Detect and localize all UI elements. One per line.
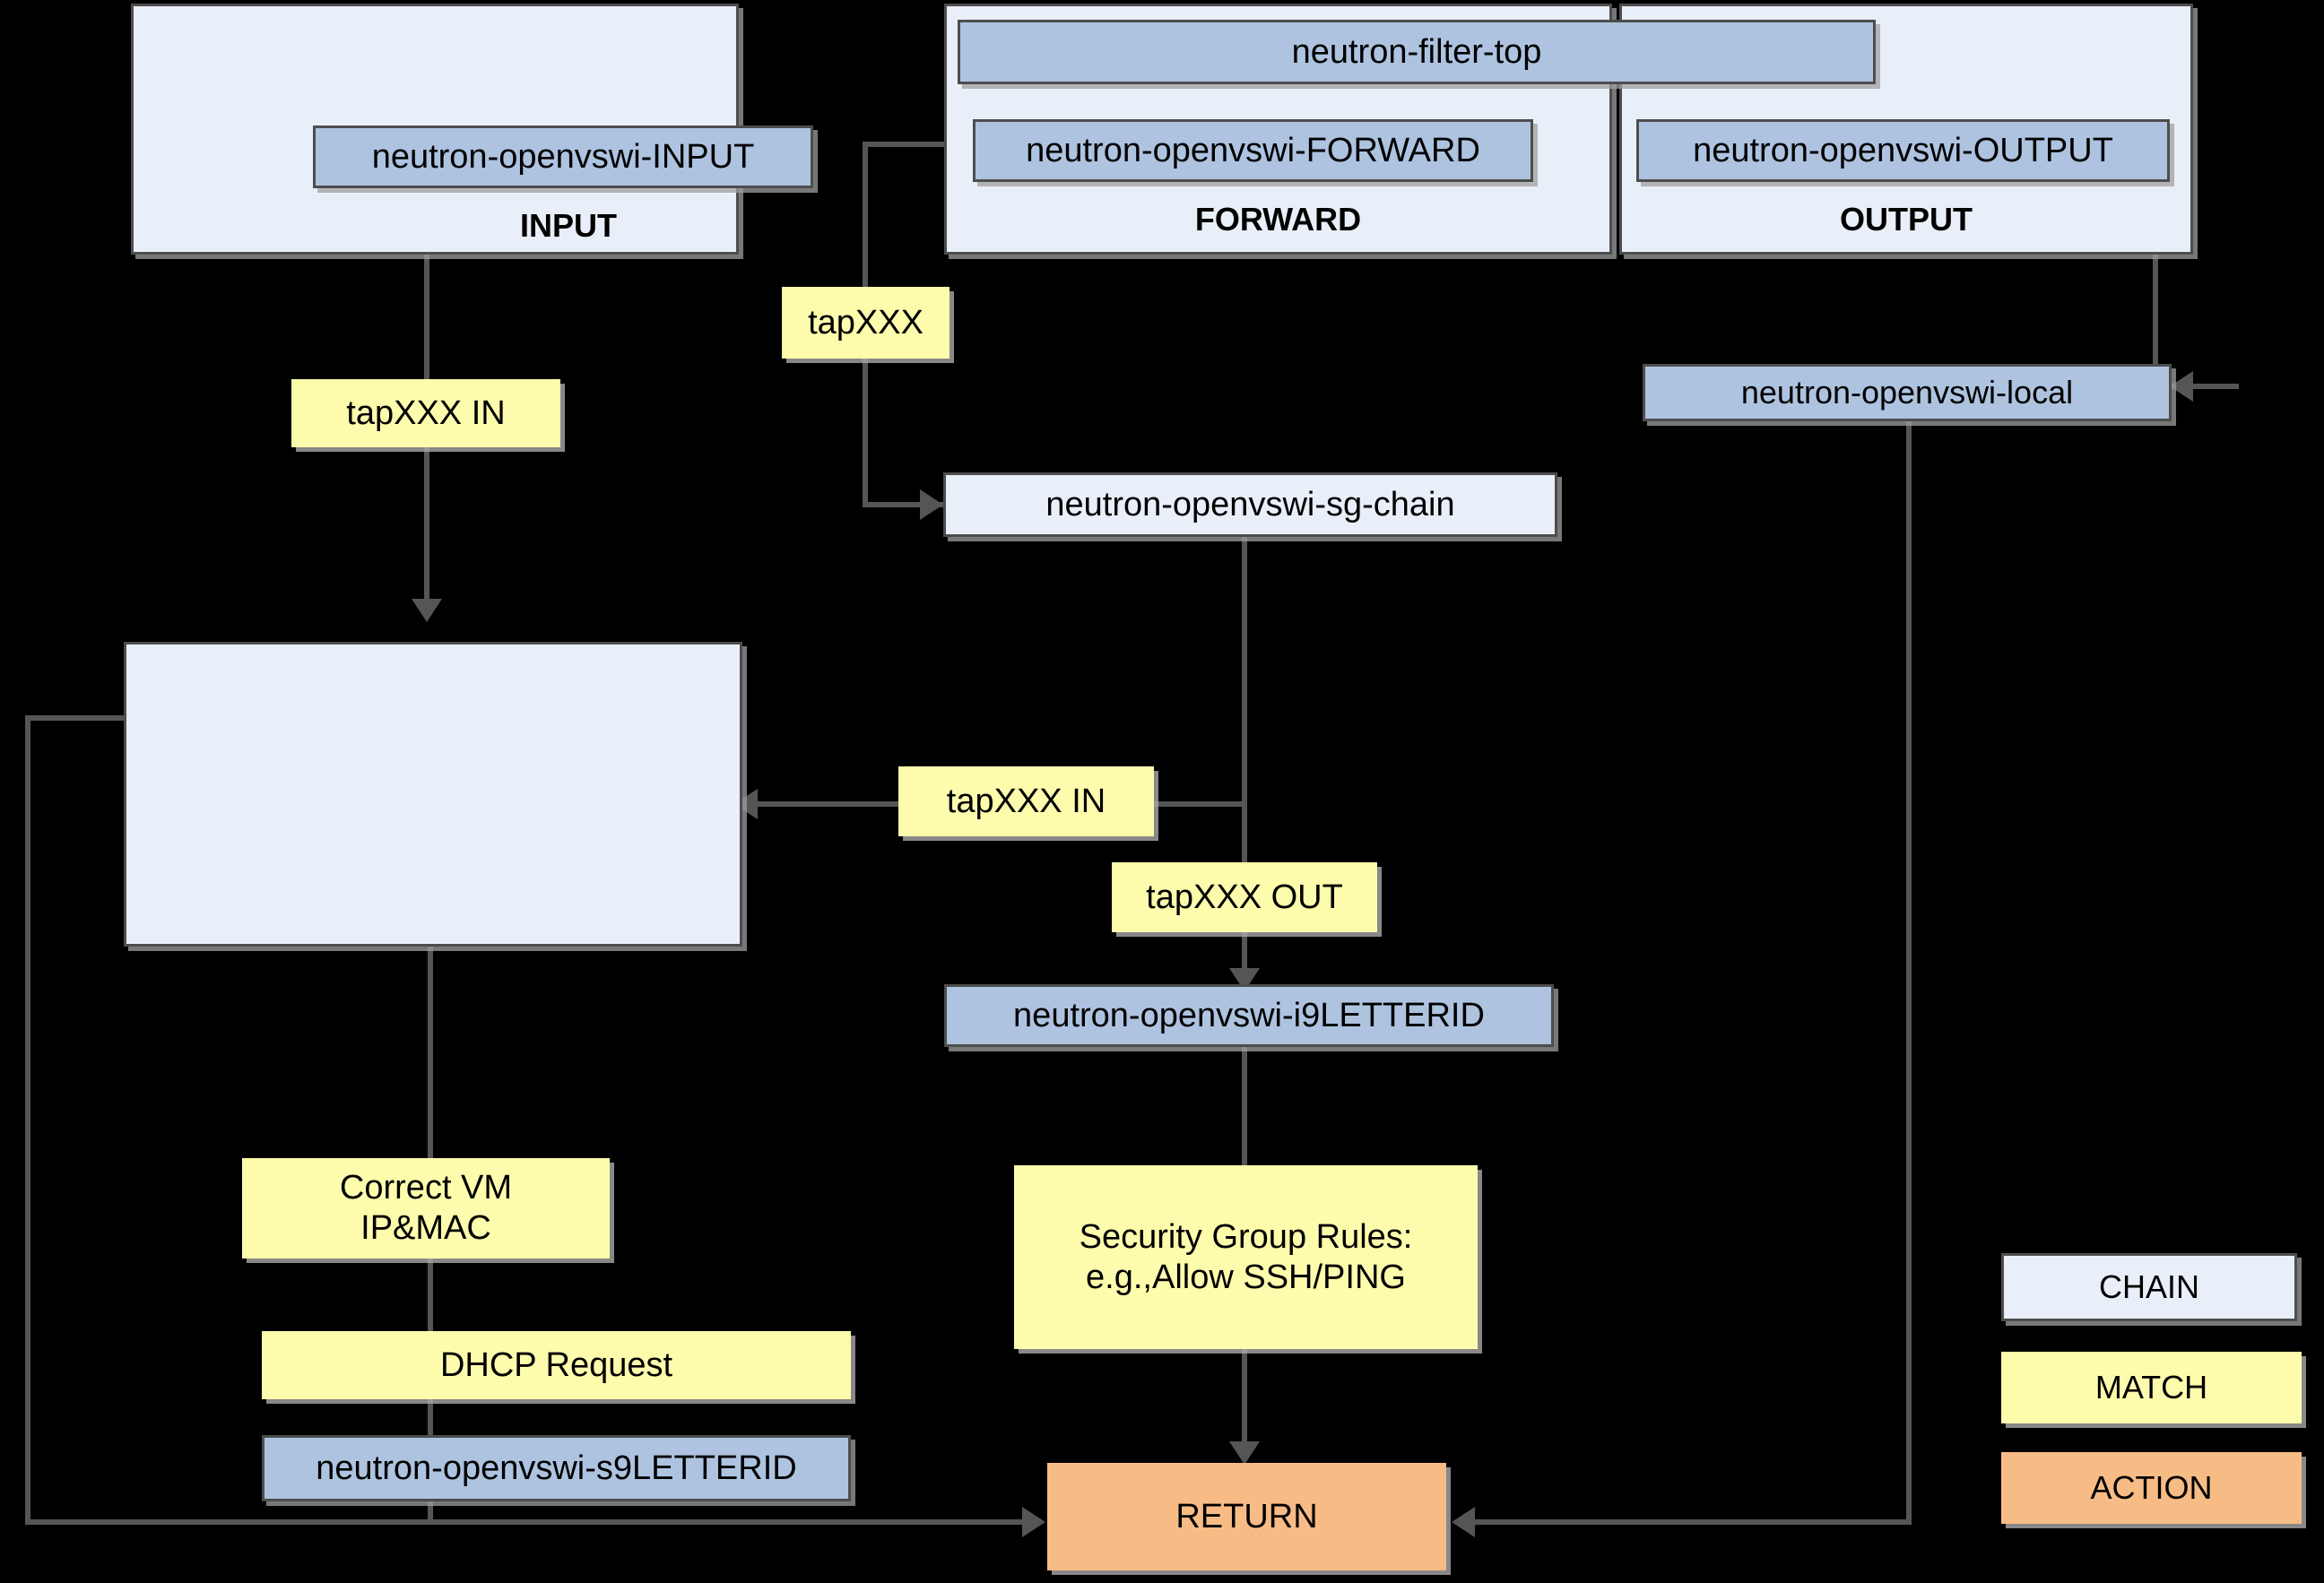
chain-openvswi-input-label: neutron-openvswi-INPUT [371, 137, 755, 176]
chain-openvswi-sg-chain[interactable]: neutron-openvswi-sg-chain [943, 472, 1557, 537]
chain-s9letterid-label: neutron-openvswi-s9LETTERID [316, 1449, 797, 1487]
legend-item-chain: CHAIN [2001, 1253, 2297, 1321]
chain-group-input-label: INPUT [520, 206, 617, 244]
chain-openvswi-local[interactable]: neutron-openvswi-local [1643, 364, 2172, 421]
chain-openvswi-s9letterid[interactable]: neutron-openvswi-s9LETTERID [262, 1435, 851, 1501]
arrowhead-sgrules-to-return [1229, 1441, 1260, 1465]
edge-dhcp-down [25, 715, 30, 1525]
chain-o9letterid-label: neutron-openvswi-o9LETTERID [315, 1530, 798, 1569]
match-tapxxx-in-mid[interactable]: tapXXX IN [898, 766, 1154, 836]
edge-sgchain-down [1242, 533, 1247, 866]
chain-i9letterid-label: neutron-openvswi-i9LETTERID [1013, 996, 1485, 1034]
chain-openvswi-o9letterid[interactable]: neutron-openvswi-o9LETTERID [262, 1527, 851, 1572]
chain-openvswi-input[interactable]: neutron-openvswi-INPUT [313, 125, 813, 188]
match-dhcp-request[interactable]: DHCP Request [262, 1331, 851, 1399]
match-tapxxx-in-left[interactable]: tapXXX IN [291, 379, 560, 447]
legend-item-match: MATCH [2001, 1352, 2302, 1423]
match-tapxxx-out[interactable]: tapXXX OUT [1112, 862, 1377, 932]
chain-openvswi-local-label: neutron-openvswi-local [1740, 373, 2074, 411]
chain-openvswi-i9letterid[interactable]: neutron-openvswi-i9LETTERID [944, 984, 1554, 1047]
edge-tapin-mid-right [1152, 801, 1246, 807]
arrowhead-filtertop-to-local [2170, 371, 2193, 402]
chain-group-output-label: OUTPUT [1840, 201, 1973, 238]
chain-openvswi-forward-label: neutron-openvswi-FORWARD [1026, 131, 1480, 169]
diagram-canvas: neutron-openvswi-INPUT INPUT neutron-fil… [0, 0, 2324, 1583]
arrowhead-input-to-dhcp [412, 599, 442, 622]
match-security-group-rules[interactable]: Security Group Rules: e.g.,Allow SSH/PIN… [1014, 1165, 1478, 1349]
arrowhead-local-to-return [1452, 1507, 1475, 1537]
legend: CHAIN MATCH ACTION [2001, 1253, 2302, 1524]
match-correct-vm-ip-mac[interactable]: Correct VM IP&MAC [242, 1158, 610, 1259]
edge-local-down [1906, 421, 1912, 1525]
chain-filter-top-label: neutron-filter-top [1291, 32, 1542, 71]
chain-openvswi-output-label: neutron-openvswi-OUTPUT [1693, 131, 2113, 169]
chain-group-forward-label: FORWARD [1194, 201, 1362, 238]
chain-openvswi-forward[interactable]: neutron-openvswi-FORWARD [973, 119, 1533, 182]
edge-i9chain-down [1242, 1044, 1247, 1170]
action-return[interactable]: RETURN [1047, 1463, 1446, 1570]
edge-dhcp-left [25, 715, 134, 721]
chain-openvswi-output[interactable]: neutron-openvswi-OUTPUT [1636, 119, 2170, 182]
chain-group-vm-port[interactable]: DHCP Request neutron-openvswi-s9LETTERID… [124, 642, 851, 1569]
arrowhead-dhcp-to-return [1022, 1507, 1045, 1537]
chain-filter-top[interactable]: neutron-filter-top [958, 20, 1876, 84]
chain-sg-chain-label: neutron-openvswi-sg-chain [1045, 485, 1455, 523]
edge-dhcp-right-to-return [25, 1519, 1028, 1525]
edge-tapin-mid-left [751, 801, 906, 807]
arrowhead-forward-to-sgchain [920, 489, 943, 520]
legend-item-action: ACTION [2001, 1452, 2302, 1524]
edge-local-to-return-h [1470, 1519, 1912, 1525]
chain-group-input[interactable]: neutron-openvswi-INPUT INPUT [131, 4, 813, 255]
edge-sgrules-down [1242, 1340, 1247, 1452]
match-tapxxx-forward[interactable]: tapXXX [782, 287, 950, 359]
